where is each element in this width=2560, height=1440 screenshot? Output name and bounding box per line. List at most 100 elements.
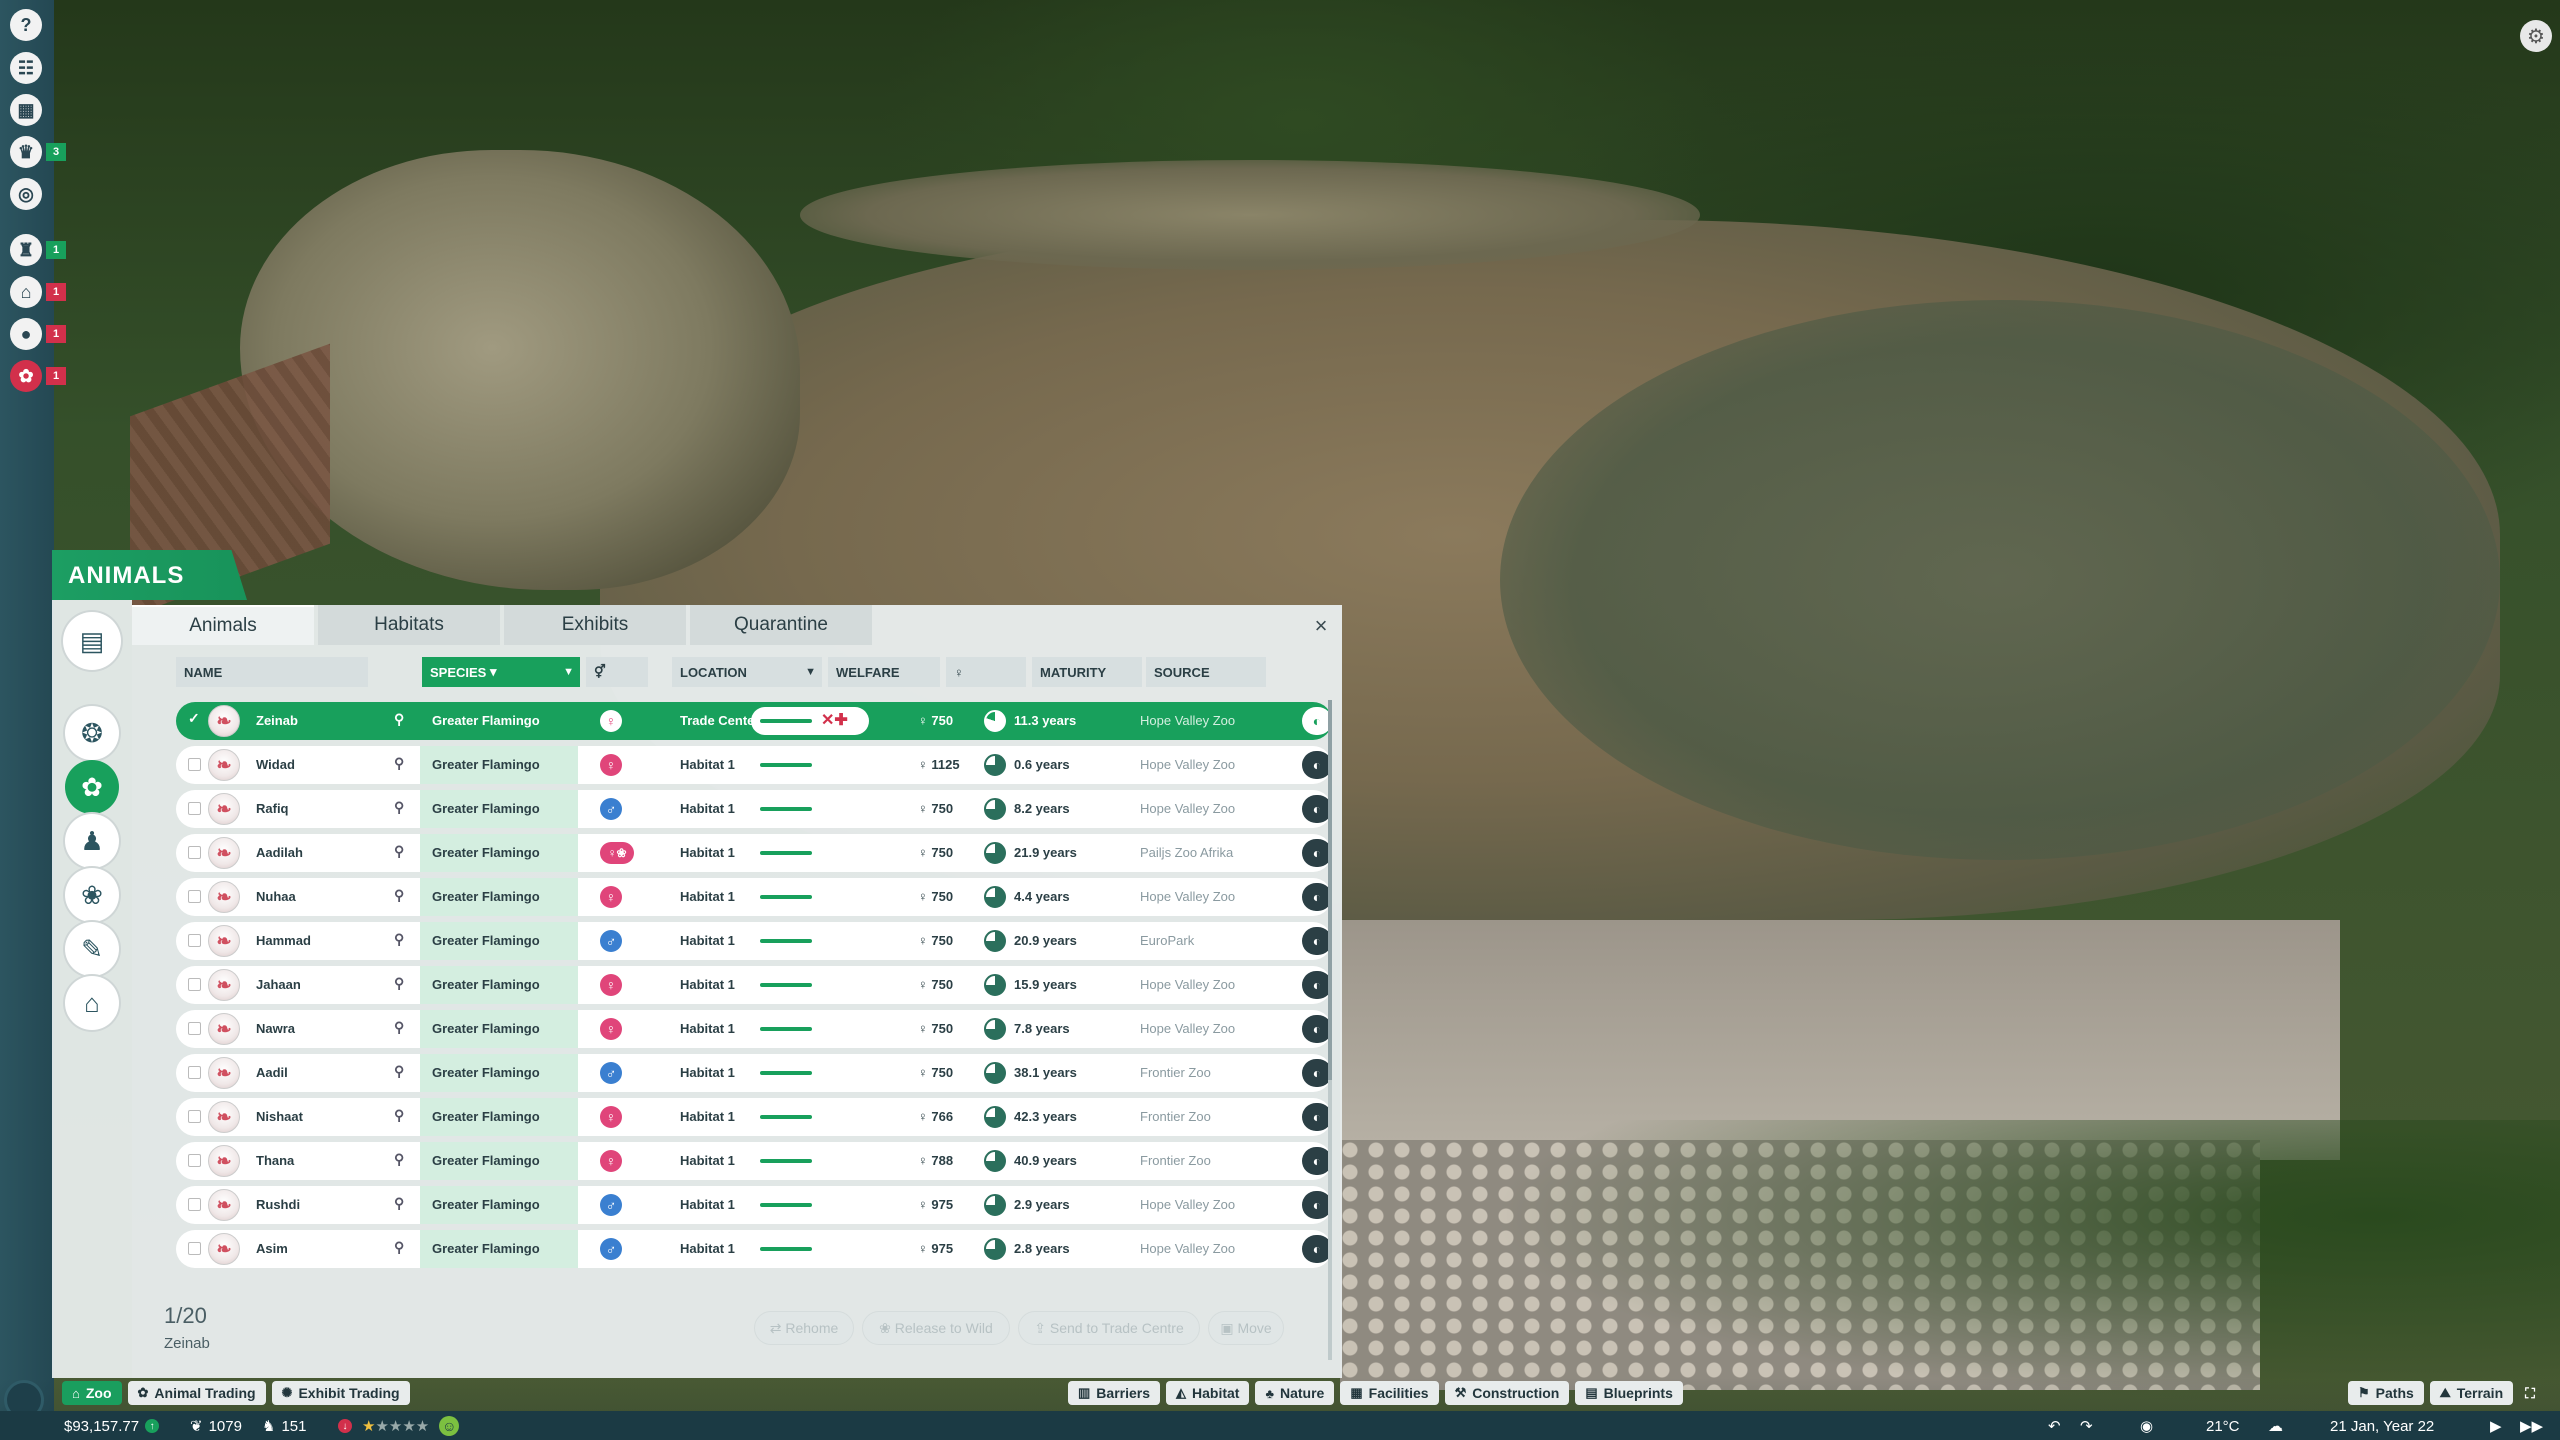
close-icon[interactable]: × — [1308, 613, 1334, 639]
tab-exhibits[interactable]: Exhibits — [504, 605, 686, 645]
locate-pin-icon[interactable]: ⚲ — [394, 887, 404, 904]
locate-pin-icon[interactable]: ⚲ — [394, 711, 404, 728]
camera-icon[interactable]: ◉ — [2140, 1415, 2153, 1437]
table-row[interactable]: ❧ Rafiq ⚲ Greater Flamingo ♂ Habitat 1 ♀ 750 8.… — [176, 790, 1332, 828]
trophy-icon[interactable]: ♛ — [10, 136, 42, 168]
col-name[interactable]: NAME — [176, 657, 368, 687]
redo-icon[interactable]: ↷ — [2080, 1415, 2093, 1437]
facility-icon[interactable]: ⌂ — [10, 276, 42, 308]
table-row[interactable]: ❧ Hammad ⚲ Greater Flamingo ♂ Habitat 1 ♀ 750 2… — [176, 922, 1332, 960]
guests-readout[interactable]: ♞ 151 — [262, 1415, 306, 1437]
locate-pin-icon[interactable]: ⚲ — [394, 975, 404, 992]
row-checkbox[interactable] — [188, 978, 201, 991]
habitat-animals-icon[interactable]: ❀ — [65, 868, 119, 922]
col-location[interactable]: LOCATION ▼ — [672, 657, 822, 687]
table-row[interactable]: ✓ ❧ Zeinab ⚲ Greater Flamingo ♀ Trade Center ✕✚… — [176, 702, 1332, 740]
locate-pin-icon[interactable]: ⚲ — [394, 1195, 404, 1212]
send-to-trade-centre-button[interactable]: ⇪ Send to Trade Centre — [1018, 1311, 1200, 1345]
row-checkbox[interactable]: ✓ — [188, 710, 201, 726]
zoo-management-icon[interactable]: ❂ — [65, 706, 119, 760]
clipboard-icon[interactable]: ▤ — [63, 612, 121, 670]
table-row[interactable]: ❧ Aadil ⚲ Greater Flamingo ♂ Habitat 1 ♀ 750 38… — [176, 1054, 1332, 1092]
zoo-tab[interactable]: ⌂ Zoo — [62, 1381, 122, 1405]
locate-pin-icon[interactable]: ⚲ — [394, 931, 404, 948]
blueprints-tab[interactable]: ▤ Blueprints — [1575, 1381, 1683, 1405]
barriers-tab[interactable]: ▥ Barriers — [1068, 1381, 1160, 1405]
locate-pin-icon[interactable]: ⚲ — [394, 1107, 404, 1124]
facilities-tab[interactable]: ▦ Facilities — [1340, 1381, 1439, 1405]
tab-quarantine[interactable]: Quarantine — [690, 605, 872, 645]
move-label: Move — [1237, 1320, 1272, 1336]
fast-forward-icon[interactable]: ▶▶ — [2520, 1415, 2543, 1437]
locate-pin-icon[interactable]: ⚲ — [394, 755, 404, 772]
col-sex[interactable]: ⚥ — [586, 657, 648, 687]
nature-tab[interactable]: ♣ Nature — [1255, 1381, 1335, 1405]
conservation-readout[interactable]: ❦ 1079 — [190, 1415, 242, 1437]
row-checkbox[interactable] — [188, 1242, 201, 1255]
habitat-tab[interactable]: ◭ Habitat — [1166, 1381, 1250, 1405]
row-checkbox[interactable] — [188, 934, 201, 947]
rehome-button[interactable]: ⇄ Rehome — [754, 1311, 854, 1345]
shop-icon[interactable]: ⌂ — [65, 976, 119, 1030]
locate-pin-icon[interactable]: ⚲ — [394, 1239, 404, 1256]
staff-icon[interactable]: ♜ — [10, 234, 42, 266]
tab-habitats[interactable]: Habitats — [318, 605, 500, 645]
undo-icon[interactable]: ↶ — [2048, 1415, 2061, 1437]
table-row[interactable]: ❧ Thana ⚲ Greater Flamingo ♀ Habitat 1 ♀ 788 40… — [176, 1142, 1332, 1180]
release-to-wild-button[interactable]: ❀ Release to Wild — [862, 1311, 1010, 1345]
help-icon[interactable]: ? — [10, 9, 42, 41]
table-row[interactable]: ❧ Aadilah ⚲ Greater Flamingo ♀❀ Habitat 1 ♀ 75… — [176, 834, 1332, 872]
guest-icon[interactable]: ● — [10, 318, 42, 350]
row-checkbox[interactable] — [188, 1154, 201, 1167]
col-welfare[interactable]: WELFARE — [828, 657, 940, 687]
zoopedia-icon[interactable]: ☷ — [10, 52, 42, 84]
table-row[interactable]: ❧ Asim ⚲ Greater Flamingo ♂ Habitat 1 ♀ 975 2.8… — [176, 1230, 1332, 1268]
construction-tab[interactable]: ⚒ Construction — [1444, 1381, 1570, 1405]
locate-pin-icon[interactable]: ⚲ — [394, 1063, 404, 1080]
animal-species: Greater Flamingo — [420, 1098, 578, 1136]
calendar-icon[interactable]: ▦ — [10, 94, 42, 126]
species-filter-icon[interactable]: ▼ — [563, 666, 574, 678]
row-checkbox[interactable] — [188, 1022, 201, 1035]
locate-pin-icon[interactable]: ⚲ — [394, 843, 404, 860]
row-checkbox[interactable] — [188, 802, 201, 815]
settings-gear-icon[interactable]: ⚙ — [2520, 20, 2552, 52]
locate-pin-icon[interactable]: ⚲ — [394, 1151, 404, 1168]
scrollbar-thumb[interactable] — [1328, 700, 1332, 1080]
locate-pin-icon[interactable]: ⚲ — [394, 1019, 404, 1036]
expand-icon[interactable]: ⛶ — [2519, 1381, 2541, 1405]
maintenance-wrench-icon[interactable]: ✎ — [65, 922, 119, 976]
paths-tab[interactable]: ⚑ Paths — [2348, 1381, 2424, 1405]
play-icon[interactable]: ▶ — [2490, 1415, 2502, 1437]
animals-paw-icon[interactable]: ✿ — [65, 760, 119, 814]
exhibit-trading-tab[interactable]: ✺ Exhibit Trading — [271, 1381, 410, 1405]
row-checkbox[interactable] — [188, 1198, 201, 1211]
col-maturity[interactable]: MATURITY — [1032, 657, 1142, 687]
location-filter-icon[interactable]: ▼ — [805, 666, 816, 678]
animal-alert-icon[interactable]: ✿ — [10, 360, 42, 392]
col-cost[interactable]: ♀ — [946, 657, 1026, 687]
row-checkbox[interactable] — [188, 890, 201, 903]
row-checkbox[interactable] — [188, 1066, 201, 1079]
table-row[interactable]: ❧ Jahaan ⚲ Greater Flamingo ♀ Habitat 1 ♀ 750 1… — [176, 966, 1332, 1004]
animal-trading-tab[interactable]: ✿ Animal Trading — [127, 1381, 266, 1405]
view-icon[interactable]: ◎ — [10, 178, 42, 210]
tab-animals[interactable]: Animals — [132, 605, 314, 645]
table-row[interactable]: ❧ Nawra ⚲ Greater Flamingo ♀ Habitat 1 ♀ 750 7.… — [176, 1010, 1332, 1048]
table-scrollbar[interactable] — [1328, 700, 1332, 1360]
terrain-tab[interactable]: ⛰ Terrain — [2429, 1381, 2514, 1405]
staff-person-icon[interactable]: ♟ — [65, 814, 119, 868]
table-row[interactable]: ❧ Nuhaa ⚲ Greater Flamingo ♀ Habitat 1 ♀ 750 4.… — [176, 878, 1332, 916]
table-row[interactable]: ❧ Rushdi ⚲ Greater Flamingo ♂ Habitat 1 ♀ 975 2… — [176, 1186, 1332, 1224]
rating-readout[interactable]: ↓ ★ ★★★★ ☺ — [338, 1415, 460, 1437]
locate-pin-icon[interactable]: ⚲ — [394, 799, 404, 816]
move-button[interactable]: ▣ Move — [1208, 1311, 1284, 1345]
table-row[interactable]: ❧ Nishaat ⚲ Greater Flamingo ♀ Habitat 1 ♀ 766… — [176, 1098, 1332, 1136]
row-checkbox[interactable] — [188, 1110, 201, 1123]
col-species[interactable]: SPECIES ▾ ▼ — [422, 657, 580, 687]
money-readout[interactable]: $93,157.77 ↑ — [64, 1415, 160, 1437]
col-source[interactable]: SOURCE — [1146, 657, 1266, 687]
row-checkbox[interactable] — [188, 846, 201, 859]
table-row[interactable]: ❧ Widad ⚲ Greater Flamingo ♀ Habitat 1 ♀ 1125 0… — [176, 746, 1332, 784]
row-checkbox[interactable] — [188, 758, 201, 771]
